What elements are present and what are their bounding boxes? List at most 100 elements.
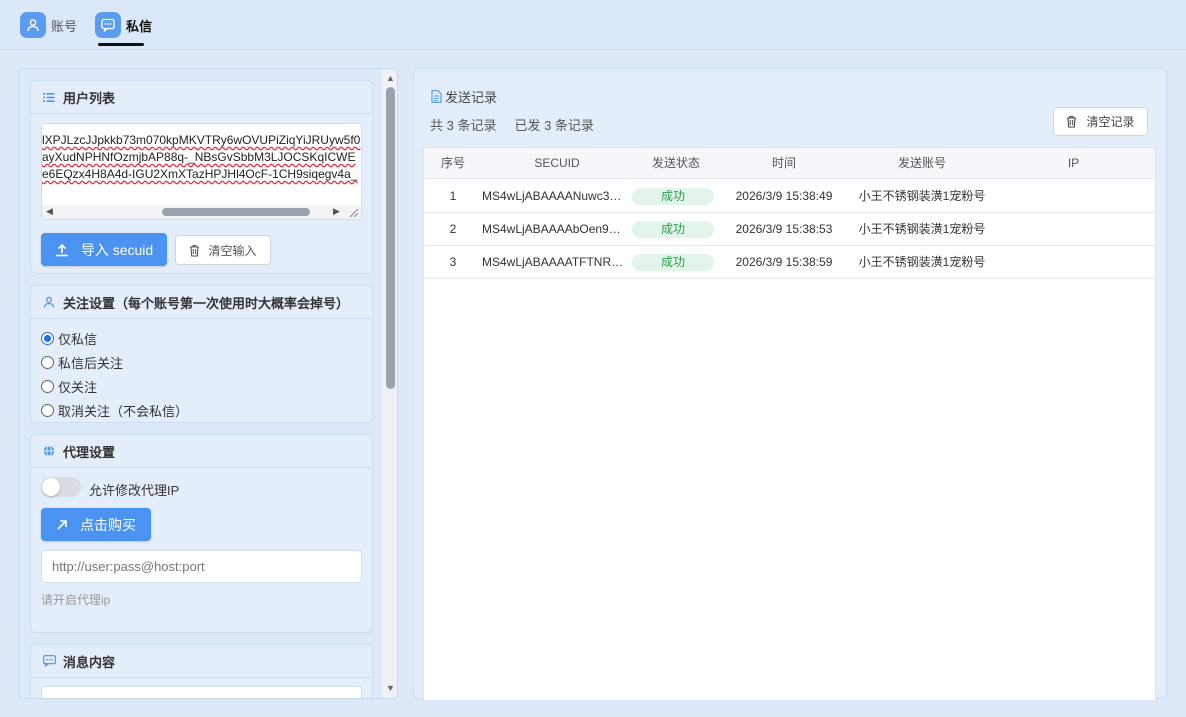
trash-icon	[1066, 115, 1077, 128]
cell-ip	[996, 246, 1151, 279]
cell-secuid: MS4wLjABAAAAbOen90...	[482, 222, 624, 236]
cell-status: 成功	[629, 213, 717, 246]
arrow-up-right-icon	[56, 519, 68, 531]
secuid-textarea[interactable]: lXPJLzcJJpkkb73m070kpMKVTRy6wOVUPiZiqYiJ…	[41, 123, 362, 220]
scroll-left-icon[interactable]: ◀	[46, 206, 53, 217]
cell-ip	[996, 180, 1151, 213]
horizontal-scrollbar[interactable]: ◀ ▶	[42, 205, 347, 219]
sent-count: 已发 3 条记录	[514, 118, 594, 133]
secuid-line: lXPJLzcJJpkkb73m070kpMKVTRy6wOVUPiZiqYiJ…	[42, 133, 361, 147]
radio-follow-only[interactable]: 仅关注	[41, 377, 97, 396]
document-icon	[431, 90, 442, 103]
radio-label: 仅关注	[58, 380, 98, 395]
proxy-settings-title: 代理设置	[63, 444, 116, 460]
tab-messages[interactable]: 私信	[95, 11, 152, 46]
message-textarea[interactable]	[41, 686, 362, 698]
message-content-title: 消息内容	[63, 654, 116, 670]
scroll-thumb[interactable]	[162, 208, 310, 216]
cell-time: 2026/3/9 15:38:59	[735, 255, 833, 269]
user-list-header: 用户列表	[31, 81, 372, 114]
follow-settings-title: 关注设置（每个账号第一次使用时大概率会掉号）	[63, 295, 350, 311]
records-title-text: 发送记录	[445, 90, 498, 105]
clear-input-button[interactable]: 清空输入	[175, 235, 271, 265]
column-header-index[interactable]: 序号	[424, 148, 482, 179]
table-row[interactable]: 3 MS4wLjABAAAATFTNRtx... 成功 2026/3/9 15:…	[424, 246, 1155, 279]
radio-button[interactable]	[41, 404, 54, 417]
chat-icon	[95, 12, 121, 38]
toggle-knob	[42, 478, 60, 496]
scroll-down-icon[interactable]: ▼	[386, 683, 395, 693]
cell-time: 2026/3/9 15:38:53	[735, 222, 833, 236]
import-secuid-label: 导入 secuid	[80, 241, 154, 258]
proxy-toggle-label: 允许修改代理IP	[89, 483, 180, 498]
total-count: 共 3 条记录	[430, 118, 497, 133]
message-content-header: 消息内容	[31, 645, 372, 678]
list-icon	[42, 90, 56, 104]
follow-settings-card: 关注设置（每个账号第一次使用时大概率会掉号） 仅私信 私信后关注 仅关注 取消关…	[30, 285, 373, 423]
cell-account: 小王不锈钢装潢1宠粉号	[858, 189, 986, 203]
trash-icon	[189, 244, 200, 257]
proxy-hint: 请开启代理ip	[41, 593, 111, 607]
cell-account: 小王不锈钢装潢1宠粉号	[858, 222, 986, 236]
status-badge: 成功	[632, 188, 714, 206]
message-content-card: 消息内容	[30, 644, 373, 698]
cell-index: 1	[449, 189, 457, 203]
cell-account: 小王不锈钢装潢1宠粉号	[858, 255, 986, 269]
column-header-status[interactable]: 发送状态	[632, 148, 720, 179]
clear-records-button[interactable]: 清空记录	[1053, 107, 1148, 136]
cell-ip	[996, 213, 1151, 246]
cell-index: 3	[449, 255, 457, 269]
column-header-account[interactable]: 发送账号	[848, 148, 996, 179]
column-header-ip[interactable]: IP	[996, 148, 1151, 179]
radio-dm-then-follow[interactable]: 私信后关注	[41, 353, 123, 372]
proxy-toggle[interactable]	[41, 477, 81, 497]
radio-label: 取消关注（不会私信）	[58, 404, 189, 419]
records-title: 发送记录	[431, 87, 497, 106]
proxy-settings-header: 代理设置	[31, 435, 372, 468]
vertical-scrollbar[interactable]: ▲ ▼	[382, 69, 397, 698]
cell-status: 成功	[629, 180, 717, 213]
radio-dm-only[interactable]: 仅私信	[41, 329, 97, 348]
scroll-thumb[interactable]	[386, 87, 395, 389]
follow-settings-header: 关注设置（每个账号第一次使用时大概率会掉号）	[31, 286, 372, 319]
table-header: 序号 SECUID 发送状态 时间 发送账号 IP	[424, 148, 1155, 179]
scroll-up-icon[interactable]: ▲	[386, 73, 395, 83]
clear-records-label: 清空记录	[1086, 115, 1135, 129]
cell-secuid: MS4wLjABAAAATFTNRtx...	[482, 255, 624, 269]
cell-secuid: MS4wLjABAAAANuwc3e...	[482, 189, 624, 203]
column-header-time[interactable]: 时间	[720, 148, 848, 179]
radio-button[interactable]	[41, 380, 54, 393]
buy-proxy-button[interactable]: 点击购买	[41, 508, 151, 541]
settings-panel: 用户列表 lXPJLzcJJpkkb73m070kpMKVTRy6wOVUPiZ…	[18, 68, 398, 699]
user-list-title: 用户列表	[63, 90, 116, 106]
user-list-card: 用户列表 lXPJLzcJJpkkb73m070kpMKVTRy6wOVUPiZ…	[30, 80, 373, 274]
table-row[interactable]: 1 MS4wLjABAAAANuwc3e... 成功 2026/3/9 15:3…	[424, 180, 1155, 213]
cell-time: 2026/3/9 15:38:49	[735, 189, 833, 203]
globe-icon	[42, 444, 56, 458]
radio-unfollow[interactable]: 取消关注（不会私信）	[41, 401, 188, 420]
proxy-settings-card: 代理设置 允许修改代理IP 点击购买 请开启代理ip	[30, 434, 373, 633]
status-badge: 成功	[632, 254, 714, 272]
status-badge: 成功	[632, 221, 714, 239]
clear-input-label: 清空输入	[208, 243, 257, 258]
secuid-line: ayXudNPHNfOzmjbAP88q-_NBsGvSbbM3LJOCSKqI…	[42, 150, 356, 164]
import-secuid-button[interactable]: 导入 secuid	[41, 233, 167, 266]
cell-index: 2	[449, 222, 457, 236]
cell-status: 成功	[629, 246, 717, 279]
scroll-right-icon[interactable]: ▶	[333, 206, 340, 217]
radio-button[interactable]	[41, 332, 54, 345]
top-nav: 账号 私信	[0, 0, 1186, 50]
radio-button[interactable]	[41, 356, 54, 369]
column-header-secuid[interactable]: SECUID	[482, 148, 632, 179]
person-icon	[42, 295, 56, 309]
records-counts: 共 3 条记录 已发 3 条记录	[430, 115, 594, 134]
tab-account-label: 账号	[51, 18, 78, 34]
table-row[interactable]: 2 MS4wLjABAAAAbOen90... 成功 2026/3/9 15:3…	[424, 213, 1155, 246]
radio-label: 仅私信	[58, 332, 98, 347]
records-table: 序号 SECUID 发送状态 时间 发送账号 IP 1 MS4wLjABAAAA…	[423, 147, 1156, 700]
tab-account[interactable]: 账号	[20, 11, 77, 39]
send-records-panel: 发送记录 共 3 条记录 已发 3 条记录 清空记录 序号 SECUID 发送状…	[413, 68, 1167, 700]
resize-handle-icon[interactable]	[345, 205, 361, 219]
radio-label: 私信后关注	[58, 356, 124, 371]
proxy-url-input[interactable]	[41, 550, 362, 583]
